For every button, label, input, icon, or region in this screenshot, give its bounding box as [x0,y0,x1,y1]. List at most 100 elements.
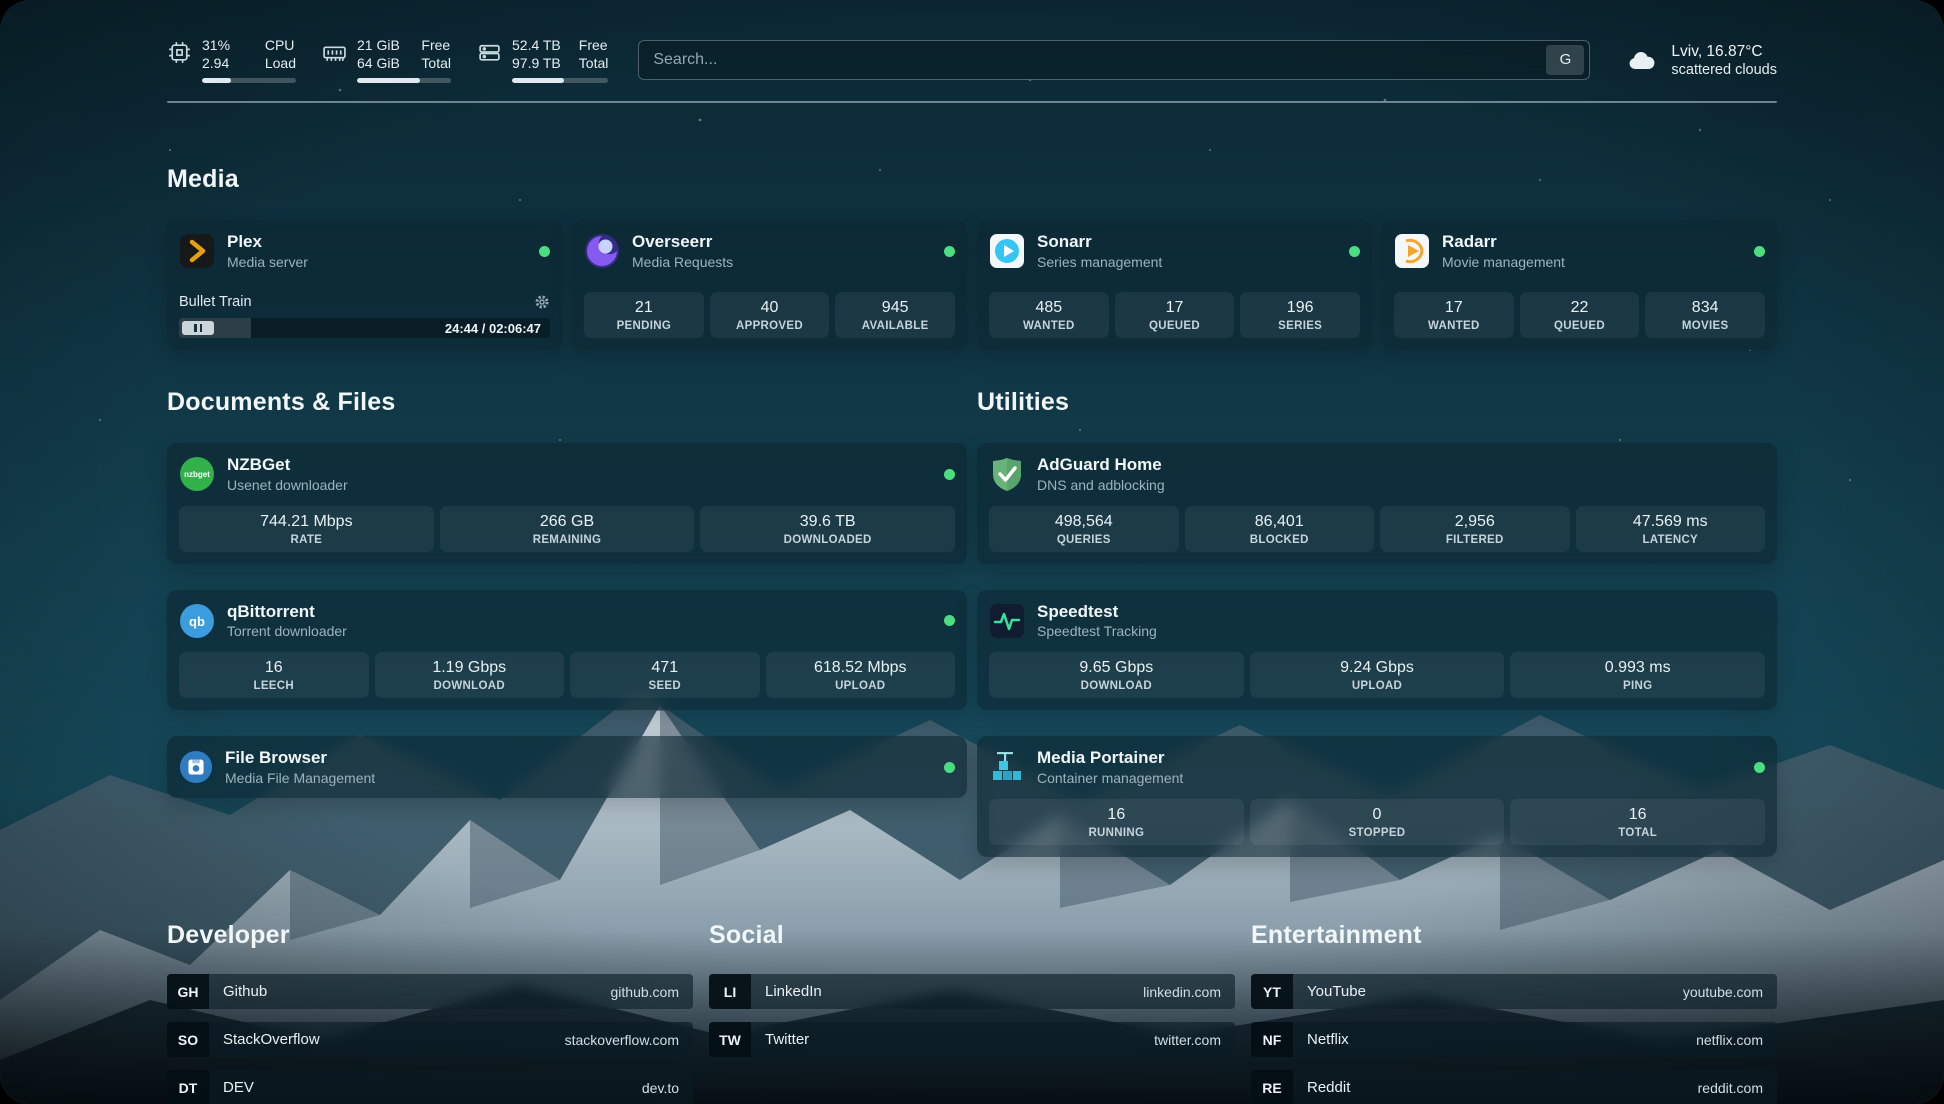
weather-location: Lviv, 16.87°C [1671,42,1777,62]
bookmark-linkedin[interactable]: LI LinkedIn linkedin.com [709,974,1235,1009]
app-name: Plex [227,232,308,252]
stat-label: LEECH [183,680,365,692]
ram-usage-bar [357,78,451,83]
stat-box: 834MOVIES [1645,292,1765,338]
adguard-card[interactable]: AdGuard Home DNS and adblocking 498,564Q… [977,443,1777,564]
bookmark-url: stackoverflow.com [565,1032,679,1048]
stat-value: 196 [1244,299,1356,317]
bookmark-sections: Developer GH Github github.com SO StackO… [167,921,1777,1104]
stat-label: RATE [183,534,430,546]
stat-value: 0.993 ms [1514,659,1761,677]
bookmark-netflix[interactable]: NF Netflix netflix.com [1251,1022,1777,1057]
stat-box: 39.6 TBDOWNLOADED [700,506,955,552]
qbittorrent-card[interactable]: qb qBittorrent Torrent downloader 16LEEC… [167,590,967,711]
portainer-icon [989,749,1025,785]
stat-label: PENDING [588,320,700,332]
stat-label: WANTED [1398,320,1510,332]
bookmark-url: github.com [611,984,679,1000]
status-indicator [944,615,955,626]
stat-label: DOWNLOAD [379,680,561,692]
portainer-card[interactable]: Media Portainer Container management 16R… [977,736,1777,857]
stat-box: 1.19 GbpsDOWNLOAD [375,652,565,698]
weather-widget: Lviv, 16.87°C scattered clouds [1626,42,1777,78]
overseerr-card[interactable]: Overseerr Media Requests 21PENDING 40APP… [572,220,967,350]
stat-label: LATENCY [1580,534,1762,546]
bookmark-url: linkedin.com [1143,984,1221,1000]
sonarr-card[interactable]: Sonarr Series management 485WANTED 17QUE… [977,220,1372,350]
stat-label: RUNNING [993,827,1240,839]
stat-value: 17 [1119,299,1231,317]
stat-label: SEED [574,680,756,692]
adguard-shield-icon [989,456,1025,492]
stat-label: TOTAL [1514,827,1761,839]
media-grid: Plex Media server Bullet Train [167,220,1777,350]
app-desc: Movie management [1442,254,1565,270]
bookmark-youtube[interactable]: YT YouTube youtube.com [1251,974,1777,1009]
stat-label: BLOCKED [1189,534,1371,546]
nzbget-card[interactable]: nzbget NZBGet Usenet downloader 744.21 M… [167,443,967,564]
speedtest-card[interactable]: Speedtest Speedtest Tracking 9.65 GbpsDO… [977,590,1777,711]
radarr-icon [1394,233,1430,269]
disk-usage-bar [512,78,608,83]
stat-label: APPROVED [714,320,826,332]
bookmark-reddit[interactable]: RE Reddit reddit.com [1251,1070,1777,1104]
entertainment-section-title: Entertainment [1251,921,1777,950]
bookmark-abbr: LI [709,974,751,1009]
bookmark-github[interactable]: GH Github github.com [167,974,693,1009]
app-name: AdGuard Home [1037,455,1165,475]
app-desc: Series management [1037,254,1162,270]
plex-card[interactable]: Plex Media server Bullet Train [167,220,562,350]
app-desc: DNS and adblocking [1037,477,1165,493]
stat-label: UPLOAD [1254,680,1501,692]
stat-box: 0.993 ms PING [1510,652,1765,698]
bookmark-twitter[interactable]: TW Twitter twitter.com [709,1022,1235,1057]
app-desc: Speedtest Tracking [1037,623,1157,639]
status-indicator [1349,246,1360,257]
stat-label: PING [1514,680,1761,692]
cloud-icon [1626,48,1658,72]
stat-box: 22QUEUED [1520,292,1640,338]
speedtest-icon [989,603,1025,639]
search-bar[interactable]: G [638,40,1590,80]
stat-label: QUEUED [1119,320,1231,332]
stats-row: 744.21 MbpsRATE 266 GBREMAINING 39.6 TBD… [179,506,955,552]
now-playing-title: Bullet Train [179,294,252,310]
bookmark-abbr: YT [1251,974,1293,1009]
disk-monitor: 52.4 TB 97.9 TB Free Total [477,36,608,83]
app-desc: Torrent downloader [227,623,347,639]
social-section-title: Social [709,921,1235,950]
gear-icon[interactable] [534,294,550,310]
stats-row: 21PENDING 40APPROVED 945AVAILABLE [584,292,955,338]
search-input[interactable] [653,51,1546,69]
bookmark-stackoverflow[interactable]: SO StackOverflow stackoverflow.com [167,1022,693,1057]
bookmark-label: Reddit [1307,1079,1350,1096]
pause-button[interactable] [182,321,214,335]
search-engine-button[interactable]: G [1546,45,1584,75]
bookmark-dev[interactable]: DT DEV dev.to [167,1070,693,1104]
bookmark-label: LinkedIn [765,983,822,1000]
stat-label: STOPPED [1254,827,1501,839]
stats-row: 498,564QUERIES 86,401BLOCKED 2,956FILTER… [989,506,1765,552]
playback-progress-bar[interactable]: 24:44 / 02:06:47 [179,318,550,338]
cpu-label-top: CPU [265,36,296,54]
stat-value: 2,956 [1384,513,1566,531]
app-name: File Browser [225,748,375,768]
filebrowser-card[interactable]: File Browser Media File Management [167,736,967,798]
ram-free-value: 21 GiB [357,36,400,54]
ram-total-value: 64 GiB [357,54,400,72]
app-name: Speedtest [1037,602,1157,622]
section-documents-files: Documents & Files nzbget NZBGet Usenet d… [167,388,967,798]
header-divider [167,101,1777,103]
cpu-chip-icon [167,40,192,65]
app-name: NZBGet [227,455,348,475]
stat-value: 945 [839,299,951,317]
radarr-card[interactable]: Radarr Movie management 17WANTED 22QUEUE… [1382,220,1777,350]
stat-box: 16RUNNING [989,799,1244,845]
sonarr-icon [989,233,1025,269]
documents-section-title: Documents & Files [167,388,967,417]
stat-value: 834 [1649,299,1761,317]
ram-label-top: Free [421,36,451,54]
ram-usage-bar-fill [357,78,420,83]
stat-label: REMAINING [444,534,691,546]
stat-label: AVAILABLE [839,320,951,332]
